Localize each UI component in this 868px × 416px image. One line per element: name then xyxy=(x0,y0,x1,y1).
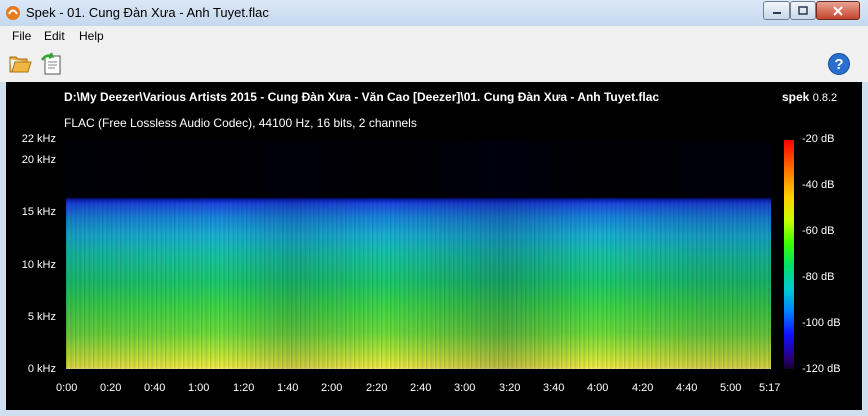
time-tick: 5:17 xyxy=(759,382,781,394)
freq-tick: 15 kHz xyxy=(21,206,56,218)
time-tick: 4:40 xyxy=(676,382,698,394)
close-icon xyxy=(833,5,843,16)
time-tick: 3:20 xyxy=(499,382,521,394)
minimize-button[interactable] xyxy=(763,1,790,20)
freq-tick: 20 kHz xyxy=(21,154,56,166)
window-title: Spek - 01. Cung Đàn Xưa - Anh Tuyet.flac xyxy=(26,5,269,20)
time-tick: 4:20 xyxy=(632,382,654,394)
spectrogram-texture xyxy=(66,140,771,369)
time-tick: 2:40 xyxy=(410,382,432,394)
svg-text:?: ? xyxy=(834,56,843,73)
toolbar: ? xyxy=(0,47,868,82)
freq-tick: 22 kHz xyxy=(21,133,56,145)
save-export-icon[interactable] xyxy=(40,52,64,76)
file-info-label: FLAC (Free Lossless Audio Codec), 44100 … xyxy=(64,116,417,130)
db-color-scale xyxy=(784,140,794,369)
time-tick: 2:20 xyxy=(366,382,388,394)
spectrogram-panel: D:\My Deezer\Various Artists 2015 - Cung… xyxy=(6,82,862,410)
minimize-icon xyxy=(772,11,781,14)
db-tick: -80 dB xyxy=(802,271,835,283)
db-tick: -120 dB xyxy=(802,363,841,375)
freq-tick: 10 kHz xyxy=(21,259,56,271)
time-tick: 5:00 xyxy=(720,382,742,394)
window-bottom-border xyxy=(0,410,868,416)
folder-open-icon[interactable] xyxy=(8,53,32,75)
db-tick: -40 dB xyxy=(802,179,835,191)
spectrogram-plot xyxy=(66,140,771,369)
menu-bar: File Edit Help xyxy=(0,26,868,47)
time-tick: 1:20 xyxy=(233,382,255,394)
db-tick: -100 dB xyxy=(802,317,841,329)
menu-edit[interactable]: Edit xyxy=(44,29,65,43)
file-path-label: D:\My Deezer\Various Artists 2015 - Cung… xyxy=(64,90,660,104)
time-tick: 0:40 xyxy=(144,382,166,394)
freq-tick: 0 kHz xyxy=(27,363,56,375)
maximize-icon xyxy=(798,6,808,15)
db-tick: -20 dB xyxy=(802,133,835,145)
db-tick: -60 dB xyxy=(802,225,835,237)
app-version: 0.8.2 xyxy=(812,92,838,104)
time-tick: 3:00 xyxy=(454,382,476,394)
menu-help[interactable]: Help xyxy=(79,29,104,43)
time-tick: 0:00 xyxy=(56,382,78,394)
time-tick: 1:40 xyxy=(277,382,299,394)
app-name-label: spek 0.8.2 xyxy=(782,90,837,104)
time-tick: 0:20 xyxy=(100,382,122,394)
help-icon[interactable]: ? xyxy=(827,52,851,76)
close-button[interactable] xyxy=(816,1,860,20)
time-tick: 3:40 xyxy=(543,382,565,394)
title-bar: Spek - 01. Cung Đàn Xưa - Anh Tuyet.flac xyxy=(0,0,868,26)
menu-file[interactable]: File xyxy=(12,29,31,43)
spek-app-icon xyxy=(6,6,20,20)
freq-tick: 5 kHz xyxy=(27,311,56,323)
maximize-button[interactable] xyxy=(790,1,816,20)
time-tick: 4:00 xyxy=(587,382,609,394)
time-tick: 2:00 xyxy=(321,382,343,394)
app-name: spek xyxy=(782,90,810,104)
time-tick: 1:00 xyxy=(188,382,210,394)
